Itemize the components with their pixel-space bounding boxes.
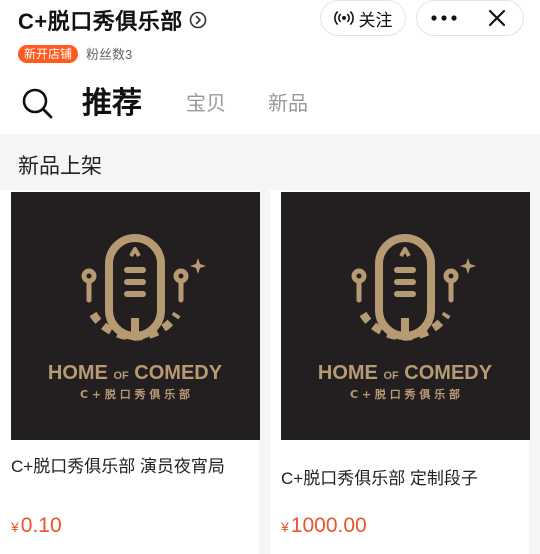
more-icon xyxy=(430,15,457,21)
shop-tabs: 推荐 宝贝 新品 xyxy=(0,78,540,130)
logo-of-text: OF xyxy=(113,370,129,382)
logo-subtitle-text: C + 脱 口 秀 俱 乐 部 xyxy=(80,387,190,401)
sparkle-icon xyxy=(190,258,206,274)
section-header: 新品上架 xyxy=(0,134,540,190)
tab-recommend[interactable]: 推荐 xyxy=(82,78,142,130)
logo-home-text: HOME xyxy=(48,362,108,384)
product-image[interactable]: HOME OF COMEDY C + 脱 口 秀 俱 乐 部 xyxy=(11,192,260,440)
product-image[interactable]: HOME OF COMEDY C + 脱 口 秀 俱 乐 部 xyxy=(281,192,530,440)
svg-text:HOME OF CO: HOME OF COMEDY xyxy=(48,362,223,384)
product-title[interactable]: C+脱口秀俱乐部 演员夜宵局 xyxy=(11,454,251,479)
mini-program-capsule xyxy=(416,0,524,36)
close-button[interactable] xyxy=(470,1,523,35)
shop-badges: 新开店铺 粉丝数3 xyxy=(18,44,132,63)
microphone-icon xyxy=(81,234,189,341)
logo-home-text: HOME xyxy=(318,362,378,384)
logo-subtitle-text: C + 脱 口 秀 俱 乐 部 xyxy=(350,387,460,401)
tab-items[interactable]: 宝贝 xyxy=(186,78,226,130)
search-icon[interactable] xyxy=(20,86,54,120)
broadcast-icon xyxy=(333,11,354,25)
tab-new[interactable]: 新品 xyxy=(268,78,308,130)
new-shop-badge: 新开店铺 xyxy=(18,44,79,63)
product-price: ¥1000.00 xyxy=(281,514,367,538)
comedy-logo: HOME OF COMEDY C + 脱 口 秀 俱 乐 部 xyxy=(48,234,223,401)
fans-count: 粉丝数3 xyxy=(86,47,133,62)
circle-chevron-icon[interactable] xyxy=(189,11,207,29)
logo-comedy-text: COMEDY xyxy=(134,362,222,384)
comedy-logo: HOME OF COMEDY C + 脱 口 秀 俱 乐 部 xyxy=(318,234,493,401)
close-icon xyxy=(488,9,505,27)
follow-button[interactable]: 关注 xyxy=(320,0,406,36)
section-title: 新品上架 xyxy=(18,155,102,178)
product-card[interactable]: HOME OF COMEDY C + 脱 口 秀 俱 乐 部 C+脱口秀俱乐部 … xyxy=(0,190,260,554)
svg-text:HOME OF CO: HOME OF COMEDY xyxy=(318,362,493,384)
logo-comedy-text: COMEDY xyxy=(404,362,492,384)
shop-name[interactable]: C+脱口秀俱乐部 xyxy=(18,4,183,36)
shop-title[interactable]: C+脱口秀俱乐部 xyxy=(18,4,207,36)
product-card[interactable]: HOME OF COMEDY C + 脱 口 秀 俱 乐 部 C+脱口秀俱乐部 … xyxy=(270,190,530,554)
microphone-icon xyxy=(351,234,459,341)
logo-of-text: OF xyxy=(383,370,399,382)
product-grid: HOME OF COMEDY C + 脱 口 秀 俱 乐 部 C+脱口秀俱乐部 … xyxy=(0,190,540,554)
shop-header: C+脱口秀俱乐部 关注 新开店铺 粉丝数3 推荐 宝贝 新品 xyxy=(0,0,540,134)
product-title[interactable]: C+脱口秀俱乐部 定制段子 xyxy=(281,466,521,491)
follow-label: 关注 xyxy=(358,10,393,30)
currency-symbol: ¥ xyxy=(11,519,19,535)
sparkle-icon xyxy=(460,258,476,274)
currency-symbol: ¥ xyxy=(281,519,289,535)
price-value: 0.10 xyxy=(20,514,62,537)
product-price: ¥0.10 xyxy=(11,514,62,538)
more-button[interactable] xyxy=(417,1,470,35)
price-value: 1000.00 xyxy=(290,514,367,537)
